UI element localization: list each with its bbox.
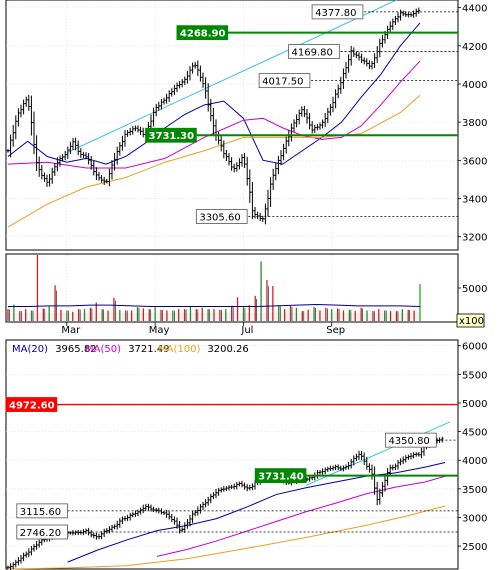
weekly-y-tick-label: 2500 <box>462 542 487 553</box>
weekly-level-label: 3115.60 <box>20 507 61 518</box>
legend-ma100-value: 3200.26 <box>207 344 248 355</box>
chart-canvas: 3200 3400 3600 3800 4000 4200 4400 4377.80 4268… <box>5 0 487 570</box>
month-tick-label: Mar <box>61 325 81 336</box>
volume-y-axis: 5000 x100 <box>456 284 487 328</box>
month-tick-label: Sep <box>326 325 345 336</box>
weekly-price-y-axis: 2500 3000 3500 4000 4500 5000 5500 6000 <box>458 342 487 553</box>
moving-average-legend: MA(20) 3965.82MA(50) 3721.49MA(100) 3200.26 <box>12 344 249 355</box>
weekly-y-tick-label: 3500 <box>462 485 487 496</box>
volume-panel: 5000 x100 Mar May Jul Sep <box>5 253 487 336</box>
daily-level-label: 4268.90 <box>180 29 226 40</box>
month-tick-label: Jul <box>240 325 253 336</box>
daily-price-panel: 3200 3400 3600 3800 4000 4200 4400 4377.80 4268… <box>5 0 487 251</box>
daily-y-tick-label: 3400 <box>462 194 487 205</box>
weekly-y-tick-label: 6000 <box>462 342 487 353</box>
daily-level-label: 3731.30 <box>149 131 195 142</box>
weekly-y-tick-label: 4500 <box>462 428 487 439</box>
daily-y-tick-label: 4000 <box>462 80 487 91</box>
weekly-price-panel: 2500 3000 3500 4000 4500 5000 5500 6000 4972.60… <box>5 339 487 570</box>
daily-level-label: 3305.60 <box>199 212 240 223</box>
daily-y-tick-label: 3600 <box>462 156 487 167</box>
weekly-y-tick-label: 5000 <box>462 399 487 410</box>
weekly-level-label: 3731.40 <box>258 472 304 483</box>
daily-level-label: 4169.80 <box>292 48 333 59</box>
daily-y-tick-label: 3200 <box>462 233 487 244</box>
month-x-axis: Mar May Jul Sep <box>61 322 345 336</box>
month-tick-label: May <box>149 325 170 336</box>
daily-y-tick-label: 4400 <box>462 4 487 15</box>
legend-ma50-name: MA(50) <box>85 344 121 355</box>
daily-level-label: 4377.80 <box>315 8 356 19</box>
volume-scale-label: x100 <box>459 316 484 327</box>
daily-level-label: 4017.50 <box>262 77 303 88</box>
legend-ma20-name: MA(20) <box>12 344 48 355</box>
legend-ma100-name: MA(100) <box>158 344 200 355</box>
weekly-level-label: 4972.60 <box>9 401 55 412</box>
weekly-y-tick-label: 3000 <box>462 513 487 524</box>
weekly-level-label: 4350.80 <box>388 436 429 447</box>
volume-y-tick-label: 5000 <box>462 284 487 295</box>
weekly-level-label: 2746.20 <box>20 528 61 539</box>
daily-y-tick-label: 3800 <box>462 118 487 129</box>
daily-y-tick-label: 4200 <box>462 42 487 53</box>
weekly-y-tick-label: 4000 <box>462 456 487 467</box>
daily-price-y-axis: 3200 3400 3600 3800 4000 4200 4400 <box>458 4 487 244</box>
weekly-y-tick-label: 5500 <box>462 370 487 381</box>
